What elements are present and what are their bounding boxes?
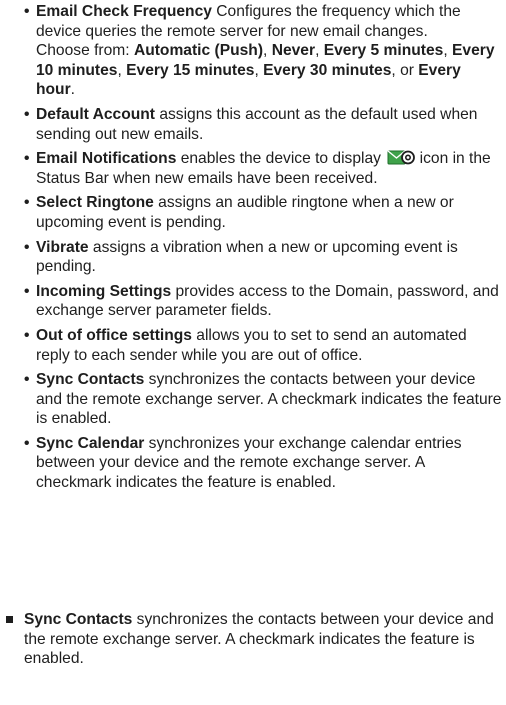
email-settings-list: Email Check Frequency Configures the fre… [24,2,504,498]
description: assigns a vibration when a new or upcomi… [36,238,458,276]
list-item-vibrate: Vibrate assigns a vibration when a new o… [24,238,504,277]
list-item-out-of-office: Out of office settings allows you to set… [24,326,504,365]
list-item-email-check-frequency: Email Check Frequency Configures the fre… [24,2,504,100]
list-item-select-ringtone: Select Ringtone assigns an audible ringt… [24,193,504,232]
option: Every 30 minutes [263,61,392,79]
term: Sync Contacts [24,611,133,628]
list-item-sync-calendar: Sync Calendar synchronizes your exchange… [24,434,504,493]
term: Out of office settings [36,326,192,344]
term: Email Notifications [36,150,177,168]
description: enables the device to display [176,150,386,168]
joiner: , or [391,61,419,79]
main-list: Sync Contacts synchronizes the contacts … [6,610,504,669]
option: Every 15 minutes [126,61,255,79]
term: Incoming Settings [36,282,172,300]
option: Every 5 minutes [323,42,444,60]
option: Never [271,42,316,60]
list-item-sync-contacts: Sync Contacts synchronizes the contacts … [24,370,504,429]
term: Vibrate [36,238,89,256]
email-notification-icon [387,149,416,166]
option: Automatic (Push) [133,42,264,60]
list-item-incoming-settings: Incoming Settings provides access to the… [24,282,504,321]
list-item-default-account: Default Account assigns this account as … [24,105,504,144]
period: . [70,81,75,99]
term: Sync Calendar [36,434,145,452]
term: Select Ringtone [36,194,154,212]
choose-prefix: Choose from: [36,42,134,60]
term: Default Account [36,105,155,123]
term: Email Check Frequency [36,3,212,20]
manual-page: Email Check Frequency Configures the fre… [0,0,506,705]
list-item-email-notifications: Email Notifications enables the device t… [24,149,504,188]
term: Sync Contacts [36,371,145,389]
list-item-sync-contacts-top: Sync Contacts synchronizes the contacts … [6,610,504,669]
